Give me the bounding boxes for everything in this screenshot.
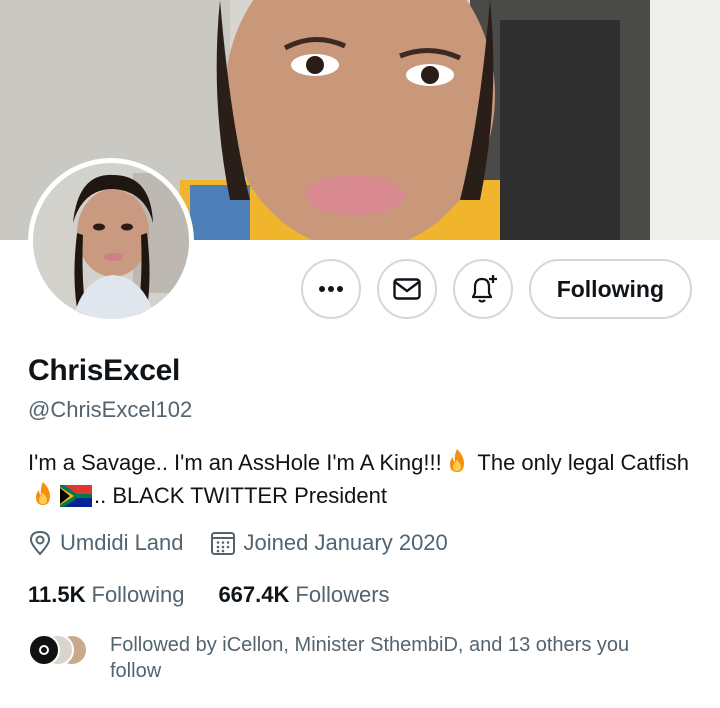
profile-meta: Umdidi Land Joined January 2020: [28, 530, 448, 556]
display-name: ChrisExcel: [28, 354, 181, 387]
message-button[interactable]: [376, 259, 437, 319]
bell-plus-icon: [471, 275, 497, 303]
more-icon: [318, 286, 343, 292]
fire-emoji-icon: [449, 449, 464, 472]
profile-actions: Following: [300, 259, 692, 319]
bio-text-1: I'm a Savage.. I'm an AssHole I'm A King…: [28, 450, 442, 475]
location-pin-icon: [29, 530, 51, 556]
followers-count-link[interactable]: 667.4K Followers: [218, 582, 389, 608]
followers-label: Followers: [295, 582, 390, 607]
location: Umdidi Land: [28, 530, 184, 556]
followed-by[interactable]: Followed by iCellon, Minister SthembiD, …: [28, 632, 680, 684]
following-count-link[interactable]: 11.5K Following: [28, 582, 184, 608]
join-date-text: Joined January 2020: [243, 530, 448, 555]
follower-avatars: [28, 634, 88, 666]
location-text: Umdidi Land: [60, 530, 184, 555]
followers-count: 667.4K: [218, 582, 290, 607]
following-count: 11.5K: [28, 582, 86, 607]
bio-text-2: The only legal Catfish: [471, 450, 689, 475]
calendar-icon: [210, 532, 235, 555]
user-handle: @ChrisExcel102: [28, 397, 193, 422]
join-date: Joined January 2020: [210, 530, 448, 556]
more-button[interactable]: [300, 259, 361, 319]
mail-icon: [392, 278, 421, 300]
following-label: Following: [91, 582, 185, 607]
follow-counts: 11.5K Following 667.4K Followers: [28, 582, 390, 608]
south-africa-flag-emoji-icon: [60, 485, 92, 507]
fire-emoji-icon: [36, 482, 50, 505]
follower-avatar: [28, 634, 60, 666]
profile-bio: I'm a Savage.. I'm an AssHole I'm A King…: [28, 446, 708, 512]
followed-by-text: Followed by iCellon, Minister SthembiD, …: [110, 634, 630, 682]
notifications-button[interactable]: [452, 259, 513, 319]
following-button[interactable]: Following: [528, 259, 692, 319]
profile-avatar[interactable]: [28, 158, 194, 324]
bio-text-3: .. BLACK TWITTER President: [94, 483, 388, 508]
